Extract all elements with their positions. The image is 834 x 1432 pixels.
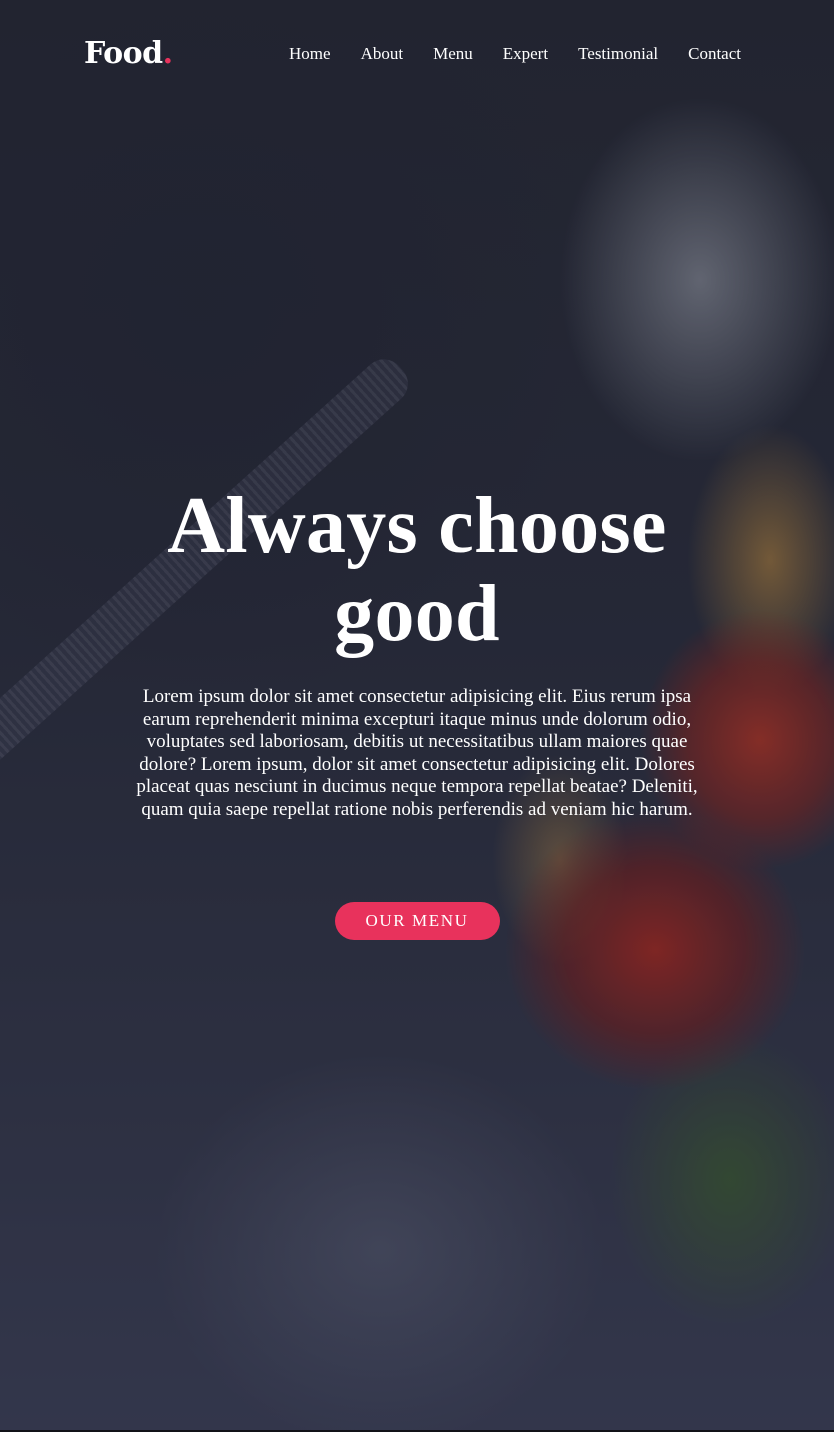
nav-link-testimonial[interactable]: Testimonial: [578, 44, 658, 64]
hero-description: Lorem ipsum dolor sit amet consectetur a…: [136, 686, 698, 820]
nav-link-about[interactable]: About: [361, 44, 404, 64]
hero-headline: Always choose good: [167, 482, 667, 658]
our-menu-button[interactable]: Our Menu: [334, 901, 500, 940]
brand-name: Food: [84, 36, 163, 71]
nav-link-home[interactable]: Home: [289, 44, 331, 64]
navbar: Food. Home About Menu Expert Testimonial…: [0, 0, 834, 110]
hero-section: Food. Home About Menu Expert Testimonial…: [0, 0, 834, 1432]
cta-wrapper: Our Menu: [0, 901, 834, 940]
hero-content: Always choose good Lorem ipsum dolor sit…: [0, 482, 834, 940]
nav-link-expert[interactable]: Expert: [503, 44, 548, 64]
nav-menu: Home About Menu Expert Testimonial Conta…: [289, 44, 741, 64]
nav-link-contact[interactable]: Contact: [688, 44, 741, 64]
brand-logo[interactable]: Food.: [84, 34, 173, 74]
brand-dot: .: [162, 36, 173, 71]
nav-link-menu[interactable]: Menu: [433, 44, 473, 64]
